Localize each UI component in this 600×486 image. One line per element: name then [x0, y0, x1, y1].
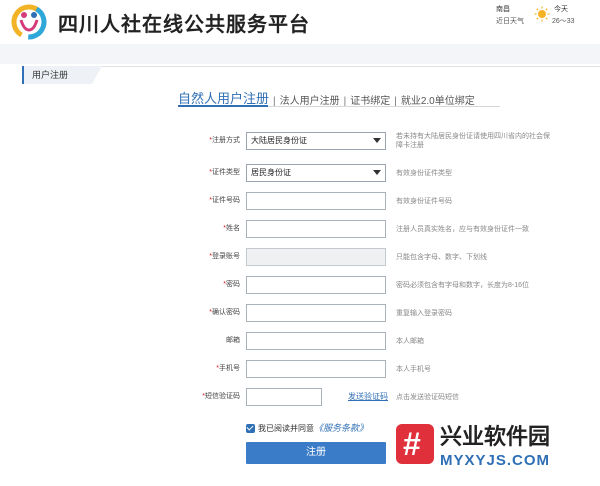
- id-type-select[interactable]: 居民身份证: [246, 164, 386, 182]
- form-row-name: *姓名 注册人员真实姓名，应与有效身份证件一致: [0, 220, 600, 240]
- login-account-label: *登录账号: [209, 253, 240, 260]
- confirm-password-hint: 重复输入登录密码: [396, 310, 452, 317]
- name-label: *姓名: [223, 225, 240, 232]
- password-hint: 密码必须包含有字母和数字，长度为8-16位: [396, 282, 530, 289]
- watermark: # 兴业软件园 MYXYJS.COM: [396, 424, 592, 474]
- send-code-link[interactable]: 发送验证码: [348, 388, 388, 406]
- sms-code-input[interactable]: [246, 388, 322, 406]
- site-title: 四川人社在线公共服务平台: [58, 14, 310, 36]
- sms-code-label: *短信验证码: [202, 393, 240, 400]
- tab-employment-binding[interactable]: 就业2.0单位绑定: [401, 92, 475, 107]
- id-type-hint: 有效身份证件类型: [396, 170, 452, 177]
- email-label: 邮箱: [226, 337, 240, 344]
- tab-active-indicator: [178, 105, 268, 107]
- panel-title: 用户注册: [22, 66, 92, 84]
- id-number-hint: 有效身份证件号码: [396, 198, 452, 205]
- chevron-down-icon: [373, 138, 381, 143]
- agreement-row: 我已阅读并同意《服务条款》: [246, 422, 368, 434]
- form-row-sms-code: *短信验证码 发送验证码 点击发送验证码短信: [0, 388, 600, 408]
- phone-input[interactable]: [246, 360, 386, 378]
- id-type-label: *证件类型: [209, 169, 240, 176]
- agree-checkbox[interactable]: [246, 424, 255, 434]
- human-resources-logo-icon[interactable]: [10, 4, 48, 40]
- panel-divider: [22, 66, 600, 67]
- chevron-down-icon: [373, 170, 381, 175]
- form-row-id-number: *证件号码 有效身份证件号码: [0, 192, 600, 212]
- email-input[interactable]: [246, 332, 386, 350]
- watermark-en-text: MYXYJS.COM: [440, 452, 551, 469]
- phone-hint: 本人手机号: [396, 366, 431, 373]
- form-row-password: *密码 密码必须包含有字母和数字，长度为8-16位: [0, 276, 600, 296]
- password-label: *密码: [223, 281, 240, 288]
- register-method-select[interactable]: 大陆居民身份证: [246, 132, 386, 150]
- agree-text: 我已阅读并同意: [258, 424, 314, 433]
- form-row-login-account: *登录账号 只能包含字母、数字、下划线: [0, 248, 600, 268]
- form-row-register-method: *注册方式 大陆居民身份证 若未持有大陆居民身份证请使用四川省内的社会保障卡注册: [0, 132, 600, 152]
- sms-code-hint: 点击发送验证码短信: [396, 394, 459, 401]
- watermark-cn-text: 兴业软件园: [440, 424, 551, 449]
- id-number-input[interactable]: [246, 192, 386, 210]
- panel-title-tail: [92, 66, 102, 84]
- form-row-id-type: *证件类型 居民身份证 有效身份证件类型: [0, 164, 600, 184]
- weather-today-label: 今天: [554, 6, 568, 13]
- email-hint: 本人邮箱: [396, 338, 424, 345]
- weather-widget: 南昌 近日天气 今天 26～33: [496, 4, 596, 30]
- form-row-email: 邮箱 本人邮箱: [0, 332, 600, 352]
- login-account-hint: 只能包含字母、数字、下划线: [396, 254, 487, 261]
- site-header: 四川人社在线公共服务平台 南昌 近日天气 今天 26～33: [0, 0, 600, 44]
- name-hint: 注册人员真实姓名，应与有效身份证件一致: [396, 226, 529, 233]
- confirm-password-input[interactable]: [246, 304, 386, 322]
- weather-city: 南昌: [496, 6, 510, 13]
- register-method-label: *注册方式: [209, 137, 240, 144]
- sun-icon: [534, 6, 550, 22]
- header-divider: [0, 44, 600, 64]
- name-input[interactable]: [246, 220, 386, 238]
- confirm-password-label: *确认密码: [209, 309, 240, 316]
- form-row-phone: *手机号 本人手机号: [0, 360, 600, 380]
- service-terms-link[interactable]: 《服务条款》: [314, 423, 368, 433]
- register-button[interactable]: 注册: [246, 442, 386, 464]
- phone-label: *手机号: [216, 365, 240, 372]
- weather-recent-label: 近日天气: [496, 18, 524, 25]
- form-row-confirm-password: *确认密码 重复输入登录密码: [0, 304, 600, 324]
- watermark-badge: #: [396, 424, 434, 464]
- weather-temperature: 26～33: [552, 18, 575, 25]
- login-account-input[interactable]: [246, 248, 386, 266]
- tab-certificate-binding[interactable]: 证书绑定: [350, 92, 390, 107]
- id-number-label: *证件号码: [209, 197, 240, 204]
- register-method-hint: 若未持有大陆居民身份证请使用四川省内的社会保障卡注册: [396, 133, 550, 149]
- tab-legal-person[interactable]: 法人用户注册: [280, 92, 340, 107]
- password-input[interactable]: [246, 276, 386, 294]
